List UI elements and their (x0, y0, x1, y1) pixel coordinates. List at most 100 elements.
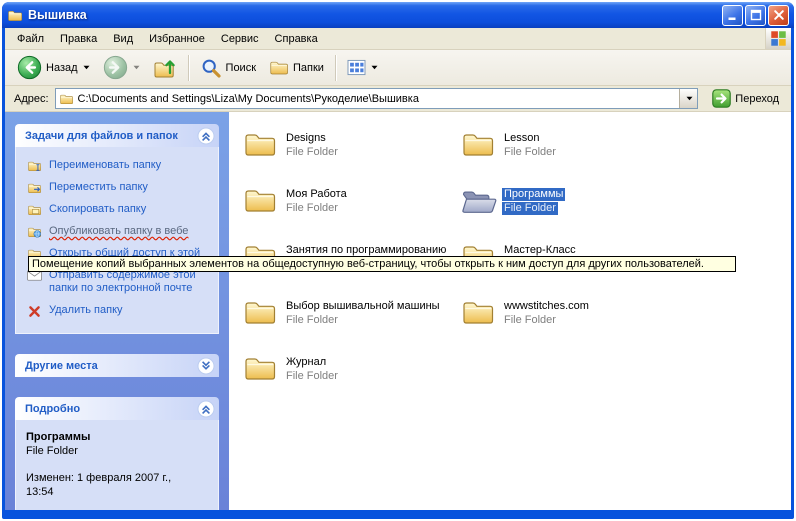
folder-name: Журнал (284, 356, 328, 369)
menu-item[interactable]: Вид (105, 30, 141, 48)
folder-closed-icon (243, 186, 279, 214)
folder-type: File Folder (284, 202, 340, 215)
task-item[interactable]: Переместить папку (26, 181, 214, 194)
address-combobox[interactable]: C:\Documents and Settings\Liza\My Docume… (55, 88, 699, 109)
views-button[interactable] (341, 53, 384, 83)
task-list: Переименовать папку Переместить папку (26, 159, 214, 318)
folder-type: File Folder (502, 146, 558, 159)
task-label: Отправить содержимое этой папки по элект… (49, 269, 214, 295)
task-item[interactable]: Удалить папку (26, 304, 214, 318)
toolbar: Назад Поиск Папки (5, 50, 791, 86)
menu-items: ФайлПравкаВидИзбранноеСервисСправка (9, 28, 326, 49)
back-dropdown-icon[interactable] (83, 65, 90, 70)
folder-labels: Моя Работа File Folder (284, 188, 349, 215)
title-bar[interactable]: Вышивка (2, 2, 794, 28)
maximize-button[interactable] (745, 5, 766, 26)
folder-name: Designs (284, 132, 328, 145)
views-dropdown-icon[interactable] (371, 65, 378, 70)
folder-labels: Lesson File Folder (502, 132, 558, 159)
menu-item[interactable]: Сервис (213, 30, 267, 48)
menu-item[interactable]: Правка (52, 30, 105, 48)
minimize-button[interactable] (722, 5, 743, 26)
folder-closed-icon (243, 130, 279, 158)
menu-item[interactable]: Избранное (141, 30, 213, 48)
details-header[interactable]: Подробно (15, 397, 219, 420)
folder-closed-icon (243, 354, 279, 382)
details-title: Подробно (25, 403, 80, 415)
folder-item[interactable]: Моя Работа File Folder (243, 186, 349, 242)
go-label: Переход (735, 93, 779, 105)
maximize-icon (750, 9, 762, 21)
tooltip: Помещение копий выбранных элементов на о… (28, 256, 736, 272)
task-item[interactable]: Скопировать папку (26, 203, 214, 216)
window-title: Вышивка (28, 8, 717, 22)
forward-icon (103, 55, 128, 80)
task-item[interactable]: Переименовать папку (26, 159, 214, 172)
task-item[interactable]: Отправить содержимое этой папки по элект… (26, 269, 214, 295)
caret-down-icon (686, 96, 693, 101)
other-places-header[interactable]: Другие места (15, 354, 219, 377)
folder-type: File Folder (284, 146, 340, 159)
window-folder-icon (7, 9, 23, 22)
folder-name: Программы (502, 188, 565, 201)
search-icon (200, 57, 222, 79)
publish-folder-icon (26, 226, 42, 238)
folder-name: Выбор вышивальной машины (284, 300, 442, 313)
folder-item[interactable]: wwwstitches.com File Folder (461, 298, 591, 354)
folders-button[interactable]: Папки (263, 53, 330, 83)
delete-folder-icon (26, 305, 42, 318)
views-icon (347, 59, 366, 76)
folder-type: File Folder (284, 314, 340, 327)
forward-button[interactable] (97, 53, 146, 83)
folder-labels: Выбор вышивальной машины File Folder (284, 300, 442, 327)
back-button[interactable]: Назад (11, 53, 96, 83)
move-folder-icon (26, 182, 42, 194)
task-item[interactable]: Опубликовать папку в вебе (26, 225, 214, 238)
address-label: Адрес: (14, 93, 49, 105)
address-bar: Адрес: C:\Documents and Settings\Liza\My… (5, 86, 791, 112)
folders-icon (269, 59, 289, 76)
close-icon (773, 9, 785, 21)
email-folder-icon (26, 270, 42, 295)
menu-item[interactable]: Справка (267, 30, 326, 48)
other-places-section: Другие места (15, 354, 219, 377)
folder-labels: Designs File Folder (284, 132, 340, 159)
chevron-double-up-icon[interactable] (197, 400, 215, 418)
minimize-icon (727, 9, 739, 21)
windows-logo-icon (765, 28, 791, 49)
address-folder-icon (59, 93, 74, 105)
search-label: Поиск (226, 62, 256, 74)
menu-item[interactable]: Файл (9, 30, 52, 48)
task-label: Переименовать папку (49, 159, 161, 172)
folder-type: File Folder (502, 314, 558, 327)
go-icon (712, 89, 731, 108)
folder-type: File Folder (284, 370, 340, 383)
details-body: Программы File Folder Изменен: 1 февраля… (15, 420, 219, 510)
copy-folder-icon (26, 204, 42, 216)
back-label: Назад (46, 62, 78, 74)
folder-item[interactable]: Программы File Folder (461, 186, 565, 242)
up-button[interactable] (147, 53, 183, 83)
folder-name: wwwstitches.com (502, 300, 591, 313)
address-dropdown-button[interactable] (679, 89, 697, 108)
explorer-window: Вышивка ФайлПравкаВидИзбранноеСервисСпра… (2, 2, 794, 519)
chevron-double-down-icon[interactable] (197, 357, 215, 375)
folder-item[interactable]: Lesson File Folder (461, 130, 558, 186)
file-tasks-body: Переименовать папку Переместить папку (15, 147, 219, 334)
folder-item[interactable]: Designs File Folder (243, 130, 340, 186)
close-button[interactable] (768, 5, 789, 26)
task-pane: Задачи для файлов и папок Переименовать … (5, 112, 229, 510)
forward-dropdown-icon[interactable] (133, 65, 140, 70)
details-type: File Folder (26, 444, 210, 458)
folder-item[interactable]: Выбор вышивальной машины File Folder (243, 298, 442, 354)
go-button[interactable]: Переход (704, 89, 787, 108)
folder-closed-icon (461, 298, 497, 326)
folders-label: Папки (293, 62, 324, 74)
search-button[interactable]: Поиск (194, 53, 262, 83)
file-tasks-title: Задачи для файлов и папок (25, 130, 178, 142)
task-label: Опубликовать папку в вебе (49, 225, 188, 238)
folder-item[interactable]: Журнал File Folder (243, 354, 340, 410)
file-tasks-header[interactable]: Задачи для файлов и папок (15, 124, 219, 147)
chevron-double-up-icon[interactable] (197, 127, 215, 145)
details-modified: Изменен: 1 февраля 2007 г., 13:54 (26, 471, 186, 499)
